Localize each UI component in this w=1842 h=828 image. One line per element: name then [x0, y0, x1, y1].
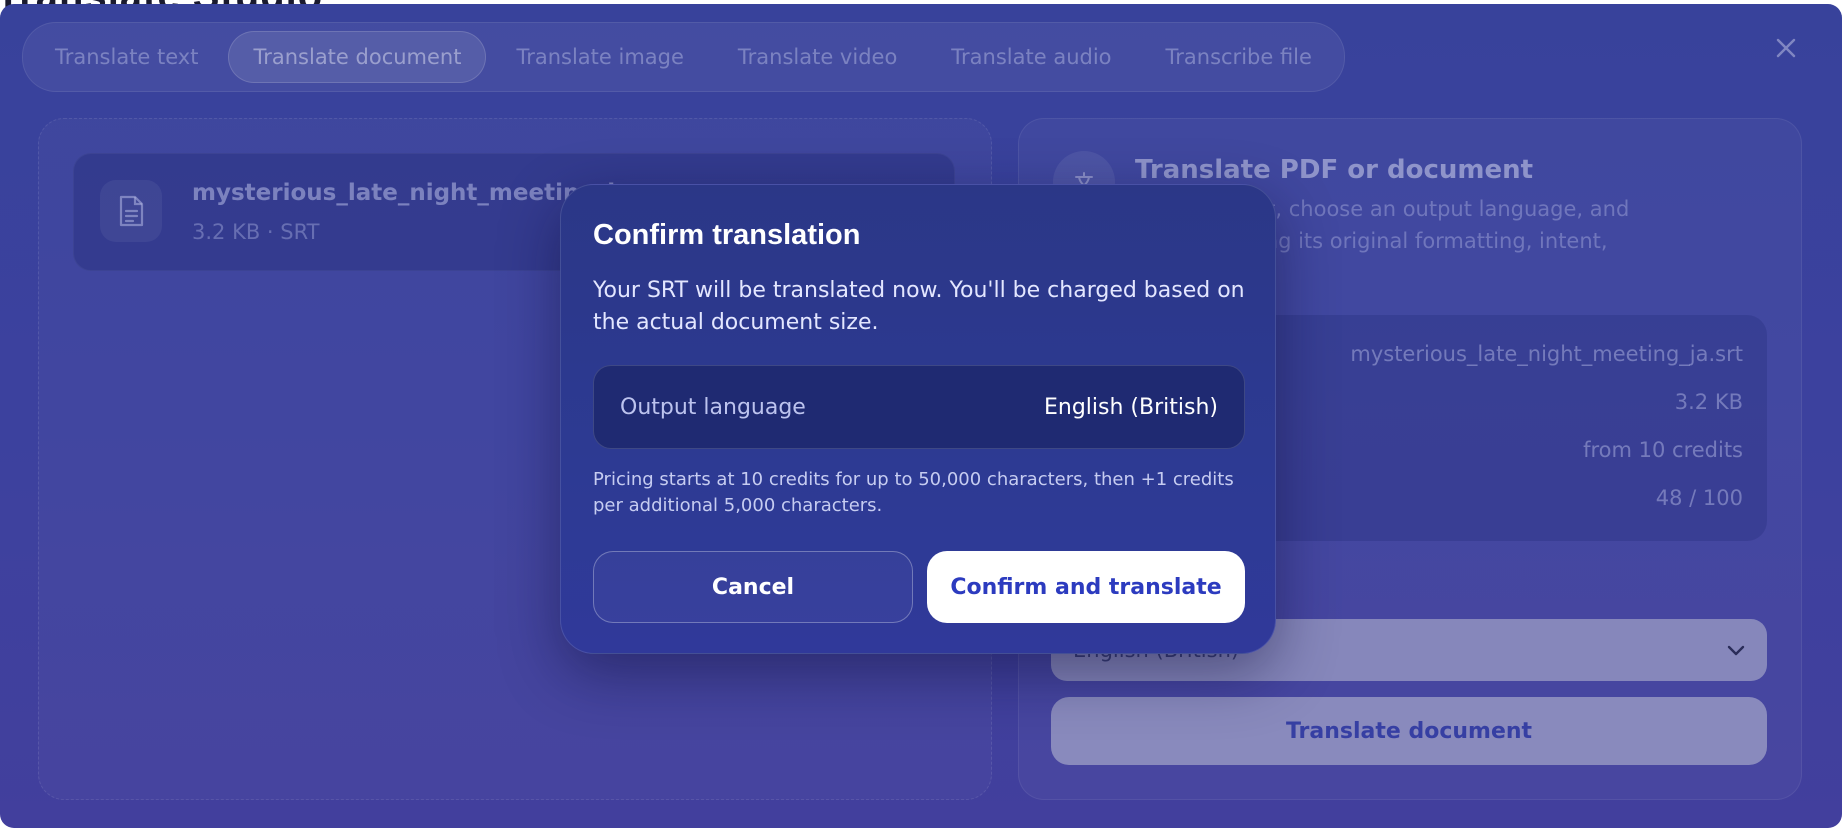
output-language-summary: Output language English (British) — [593, 365, 1245, 449]
confirm-translation-dialog: Confirm translation Your SRT will be tra… — [560, 184, 1276, 654]
dialog-title: Confirm translation — [593, 219, 861, 251]
output-language-label: Output language — [620, 394, 806, 420]
pricing-note: Pricing starts at 10 credits for up to 5… — [593, 469, 1234, 516]
cancel-button[interactable]: Cancel — [593, 551, 913, 623]
output-language-value: English (British) — [1044, 394, 1218, 420]
dialog-description: Your SRT will be translated now. You'll … — [593, 278, 1245, 335]
confirm-and-translate-button[interactable]: Confirm and translate — [927, 551, 1245, 623]
translate-panel: Translate text Translate document Transl… — [0, 4, 1842, 828]
